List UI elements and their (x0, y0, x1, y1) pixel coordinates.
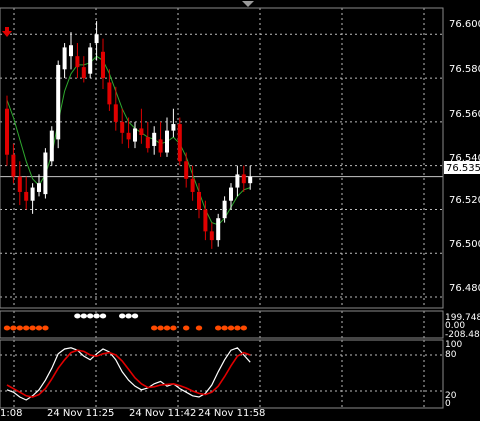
panel-frame (0, 339, 444, 409)
candlesticks (5, 21, 253, 249)
candle-body (43, 152, 48, 195)
candle-body (139, 128, 144, 136)
candle-body (177, 124, 182, 162)
candle-body (165, 130, 169, 153)
candle-body (17, 176, 22, 192)
candle-body (222, 200, 227, 219)
candle-body (75, 56, 80, 68)
stoch-main-line (6, 347, 251, 401)
stoch-tick-label: 80 (445, 350, 457, 360)
signal-dot-orange (240, 325, 247, 331)
stochastic-axis: 100 80 20 0 (445, 340, 462, 409)
signal-axis: 199.7483 0.00 -208.4813 (445, 313, 480, 340)
candle-body (88, 47, 93, 74)
time-axis: 1:08 24 Nov 11:25 24 Nov 11:42 24 Nov 11… (0, 408, 265, 419)
signal-dot-orange (183, 325, 190, 331)
candle-body (62, 47, 67, 70)
stoch-signal-line (6, 349, 251, 398)
signal-dot-white (87, 313, 94, 319)
time-label: 24 Nov 11:25 (47, 408, 114, 419)
price-tick-label: 76.600 (449, 19, 480, 30)
current-price-label: 76.535 (446, 163, 480, 174)
candle-body (101, 51, 105, 79)
panel-frame (0, 310, 444, 339)
signal-dot-orange (227, 325, 235, 331)
shift-marker-icon[interactable] (242, 1, 254, 7)
stochastic-oscillator (6, 347, 251, 401)
signal-dot-orange (16, 325, 23, 331)
candle-body (56, 64, 61, 140)
signal-dot-orange (23, 325, 30, 331)
candle-body (81, 67, 86, 79)
signal-axis-label: -208.4813 (445, 330, 480, 340)
candle-body (203, 209, 208, 232)
signal-dot-orange (234, 325, 241, 331)
candle-body (241, 174, 246, 184)
candle-body (37, 183, 41, 192)
candle-body (126, 132, 131, 140)
candle-body (113, 104, 118, 122)
candle-body (197, 191, 201, 210)
signal-dot-white (74, 313, 81, 319)
signal-dot-orange (35, 325, 43, 331)
candle-body (171, 124, 176, 131)
candle-body (120, 121, 125, 133)
candle-body (24, 191, 29, 201)
sell-arrow-icon (2, 27, 12, 37)
candle-body (229, 187, 233, 201)
signal-dot-white (119, 313, 126, 319)
candle-body (107, 82, 112, 105)
time-label: 24 Nov 11:58 (198, 408, 265, 419)
candle-body (184, 161, 189, 179)
price-tick-label: 76.480 (449, 283, 480, 294)
signal-dot-white (93, 313, 100, 319)
time-label: 24 Nov 11:42 (129, 408, 196, 419)
signal-dot-orange (215, 325, 222, 331)
chart-canvas: 76.600 76.580 76.560 76.540 76.520 76.50… (0, 1, 480, 419)
candle-body (49, 130, 54, 162)
signal-dot-orange (195, 325, 203, 331)
candle-body (209, 231, 214, 241)
signal-dot-white (125, 313, 132, 319)
candle-body (158, 139, 163, 153)
candle-body (235, 174, 240, 188)
price-tick-label: 76.520 (449, 195, 480, 206)
candle-body (216, 218, 221, 241)
stoch-tick-label: 0 (445, 399, 451, 409)
candle-body (152, 132, 157, 146)
signal-dot-orange (151, 325, 158, 331)
price-tick-label: 76.560 (449, 109, 480, 120)
candle-body (5, 108, 9, 155)
signal-dot-orange (42, 325, 49, 331)
price-axis: 76.600 76.580 76.560 76.540 76.520 76.50… (449, 19, 480, 294)
signal-dot-orange (221, 325, 228, 331)
price-tick-label: 76.580 (449, 64, 480, 75)
signal-dot-white (131, 313, 139, 319)
candle-body (94, 34, 99, 44)
signal-dots (3, 313, 247, 331)
signal-dot-orange (3, 325, 11, 331)
signal-dot-white (80, 313, 88, 319)
current-price-marker: 76.535 (444, 161, 480, 174)
signal-dot-orange (170, 325, 177, 331)
candle-body (248, 176, 253, 184)
candle-body (30, 187, 35, 201)
candle-body (11, 154, 16, 177)
signal-dot-orange (157, 325, 164, 331)
signal-dot-orange (29, 325, 36, 331)
candle-body (69, 45, 73, 57)
signal-dot-orange (163, 325, 171, 331)
time-label: 1:08 (0, 408, 22, 419)
candle-body (190, 178, 195, 192)
signal-dot-orange (10, 325, 17, 331)
stoch-tick-label: 100 (445, 340, 462, 350)
price-tick-label: 76.500 (449, 239, 480, 250)
candle-body (133, 128, 137, 142)
candle-body (145, 137, 150, 149)
signal-dot-white (99, 313, 107, 319)
